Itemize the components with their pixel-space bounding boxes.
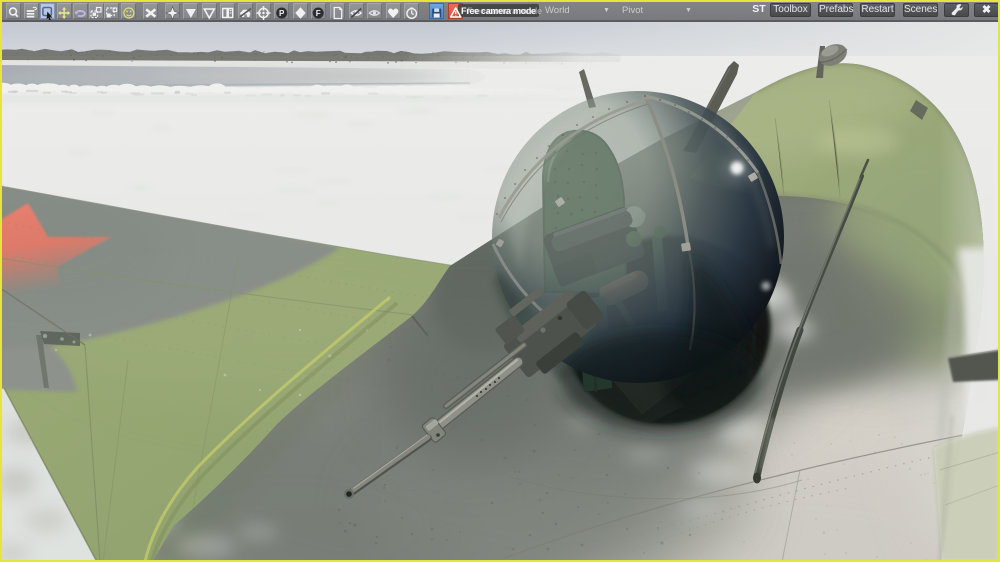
svg-text:P: P — [279, 9, 285, 18]
svg-text:F: F — [316, 9, 321, 18]
